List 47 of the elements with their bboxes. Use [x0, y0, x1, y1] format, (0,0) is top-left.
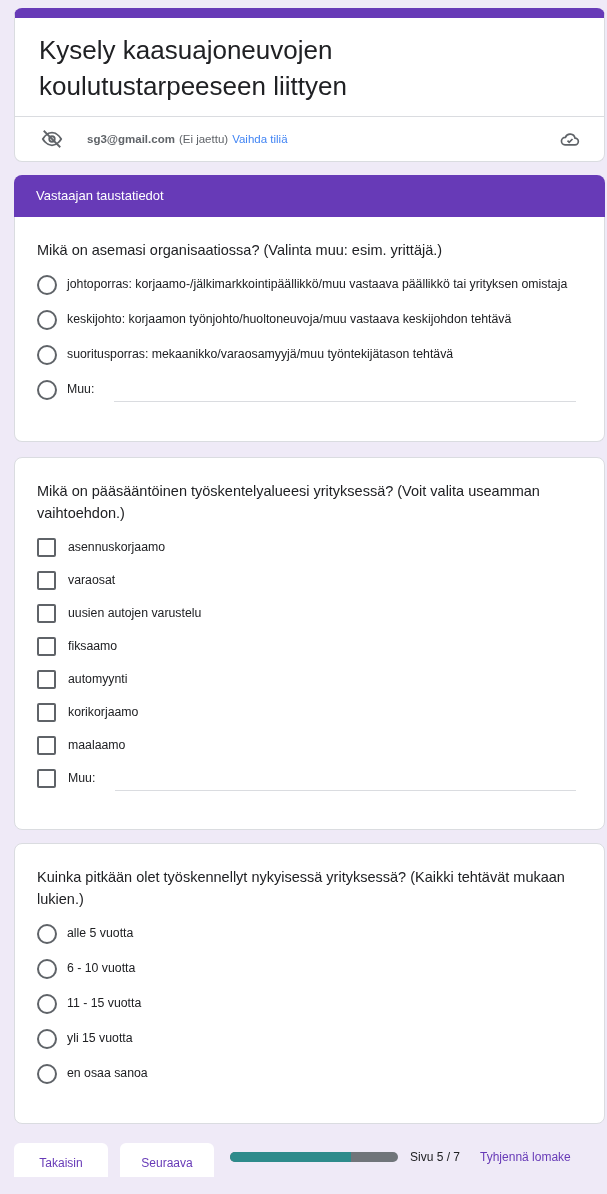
- section-header: Vastaajan taustatiedot: [14, 175, 605, 217]
- back-button[interactable]: Takaisin: [14, 1143, 108, 1177]
- radio-button[interactable]: [37, 1064, 57, 1084]
- option-label: asennuskorjaamo: [68, 539, 166, 556]
- radio-button[interactable]: [37, 994, 57, 1014]
- checkbox[interactable]: [37, 769, 56, 788]
- checkbox[interactable]: [37, 538, 56, 557]
- option-label: 11 - 15 vuotta: [67, 995, 142, 1012]
- radio-button[interactable]: [37, 959, 57, 979]
- option-label: suoritusporras: mekaanikko/varaosamyyjä/muu työntekijätason tehtävä: [67, 346, 454, 363]
- checkbox[interactable]: [37, 604, 56, 623]
- radio-button[interactable]: [37, 310, 57, 330]
- form-title: Kysely kaasuajoneuvojen koulutustarpeeseen liittyen: [38, 34, 348, 103]
- option-label: en osaa sanoa: [67, 1065, 148, 1082]
- option-label: automyynti: [68, 671, 128, 688]
- question-text: Mikä on pääsääntöinen työskentelyalueesi yrityksessä? (Voit valita useamman vaihtoehdon.): [37, 482, 541, 523]
- checkbox[interactable]: [37, 736, 56, 755]
- option-label: 6 - 10 vuotta: [67, 960, 136, 977]
- question-text: Kuinka pitkään olet työskennellyt nykyisessä yrityksessä? (Kaikki tehtävät mukaan lukien.): [37, 868, 566, 909]
- hidden-eye-icon: [41, 128, 63, 150]
- clear-form-link[interactable]: Tyhjennä lomake: [480, 1150, 571, 1164]
- radio-button[interactable]: [37, 345, 57, 365]
- page-indicator: Sivu 5 / 7: [410, 1150, 461, 1164]
- question-text: Mikä on asemasi organisaatiossa? (Valinta muu: esim. yrittäjä.): [37, 241, 444, 260]
- radio-button[interactable]: [37, 275, 57, 295]
- checkbox[interactable]: [37, 703, 56, 722]
- next-button[interactable]: Seuraava: [120, 1143, 214, 1177]
- switch-account-link[interactable]: Vaihda tiliä: [232, 133, 288, 145]
- option-label: alle 5 vuotta: [67, 925, 134, 942]
- checkbox[interactable]: [37, 571, 56, 590]
- option-label: fiksaamo: [68, 638, 118, 655]
- account-email: sg3@gmail.com: [87, 133, 175, 145]
- option-label: varaosat: [68, 572, 116, 589]
- checkbox[interactable]: [37, 637, 56, 656]
- checkbox[interactable]: [37, 670, 56, 689]
- option-label: uusien autojen varustelu: [68, 605, 202, 622]
- option-label: yli 15 vuotta: [67, 1030, 133, 1047]
- sharing-note: (Ei jaettu): [178, 133, 229, 145]
- radio-button[interactable]: [37, 924, 57, 944]
- radio-button[interactable]: [37, 1029, 57, 1049]
- radio-button[interactable]: [37, 380, 57, 400]
- option-label: korikorjaamo: [68, 704, 139, 721]
- option-label: Muu:: [67, 381, 95, 398]
- option-label: maalaamo: [68, 737, 126, 754]
- option-label: johtoporras: korjaamo-/jälkimarkkointipäällikkö/muu vastaava päällikkö tai yrityksen omistaja: [67, 276, 568, 293]
- option-label: keskijohto: korjaamon työnjohto/huoltoneuvoja/muu vastaava keskijohdon tehtävä: [67, 311, 512, 328]
- option-label: Muu:: [68, 770, 96, 787]
